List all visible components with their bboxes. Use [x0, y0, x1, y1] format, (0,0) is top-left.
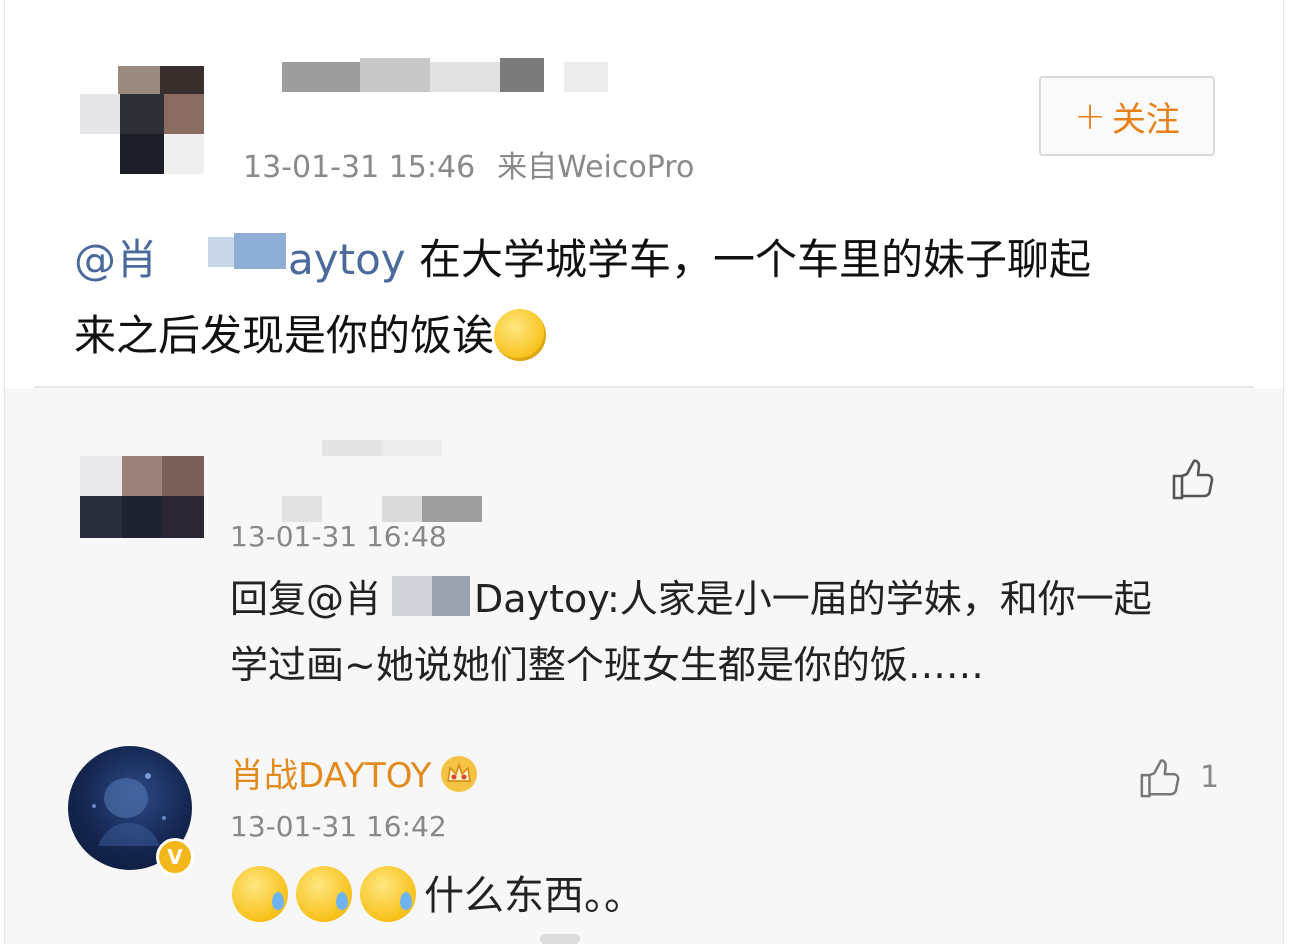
- post-meta: 13-01-31 15:46 来自WeicoPro: [243, 142, 694, 186]
- mention-link[interactable]: @肖 aytoy: [74, 232, 406, 284]
- mention-suffix: aytoy: [288, 235, 406, 284]
- comment-1-like-icon[interactable]: [1170, 456, 1216, 506]
- comment-1-line-2: 学过画~她说她们整个班女生都是你的饭……: [230, 632, 1230, 698]
- comment-1-mention[interactable]: @肖 Daytoy: [306, 574, 607, 621]
- post-body-line-2: 来之后发现是你的饭诶: [74, 298, 1224, 374]
- follow-label: 关注: [1111, 99, 1180, 140]
- post-body-line-1: @肖 aytoy 在大学城学车，一个车里的妹子聊起: [74, 222, 1224, 298]
- post-source[interactable]: 来自WeicoPro: [497, 150, 694, 185]
- post-author-avatar[interactable]: [80, 66, 204, 176]
- comment-2-username[interactable]: 肖战DAYTOY: [230, 756, 431, 796]
- post-timestamp: 13-01-31 15:46: [243, 150, 476, 185]
- comment-1-line-1-text: :人家是小一届的学妹，和你一起: [606, 577, 1152, 621]
- comment-2-like-icon[interactable]: [1138, 756, 1182, 804]
- comment-1-mention-blurred: [382, 574, 474, 618]
- comment-1-avatar[interactable]: [80, 456, 204, 538]
- comment-2-timestamp: 13-01-31 16:42: [230, 810, 447, 843]
- crown-badge-icon: [439, 754, 479, 794]
- post-line-1-text: 在大学城学车，一个车里的妹子聊起: [405, 235, 1091, 284]
- sweat-emoji-icon: [296, 866, 352, 922]
- comment-1-mention-prefix: @肖: [306, 577, 383, 621]
- sweat-emoji-icon: [360, 866, 416, 922]
- post-line-2-text: 来之后发现是你的饭诶: [74, 311, 495, 360]
- mention-name-blurred: [158, 232, 288, 281]
- post-body: @肖 aytoy 在大学城学车，一个车里的妹子聊起 来之后发现是你的饭诶: [74, 222, 1224, 374]
- thinking-emoji-icon: [494, 308, 547, 361]
- comment-1-author-blurred[interactable]: [282, 440, 492, 524]
- sweat-emoji-icon: [232, 866, 288, 922]
- comment-2-like-count: 1: [1200, 760, 1220, 795]
- comment-1-line-1: 回复@肖 Daytoy:人家是小一届的学妹，和你一起: [230, 566, 1230, 632]
- comment-1-mention-suffix: Daytoy: [474, 577, 607, 621]
- plus-icon: +: [1074, 94, 1106, 138]
- comment-2-body: 什么东西。。: [232, 864, 644, 928]
- comment-1-line-2-text: 学过画~她说她们整个班女生都是你的饭……: [230, 643, 984, 687]
- reply-prefix: 回复: [230, 577, 307, 621]
- comment-2-author[interactable]: 肖战DAYTOY: [230, 748, 479, 798]
- verified-badge-icon: V: [156, 838, 194, 876]
- follow-button[interactable]: + 关注: [1039, 76, 1215, 156]
- comment-1-body: 回复@肖 Daytoy:人家是小一届的学妹，和你一起 学过画~她说她们整个班女生都…: [230, 566, 1230, 698]
- mention-prefix: @肖: [74, 235, 159, 284]
- comment-2-text: 什么东西。。: [424, 873, 644, 919]
- post-author-name-blurred[interactable]: [282, 58, 612, 96]
- scroll-indicator: [540, 934, 580, 944]
